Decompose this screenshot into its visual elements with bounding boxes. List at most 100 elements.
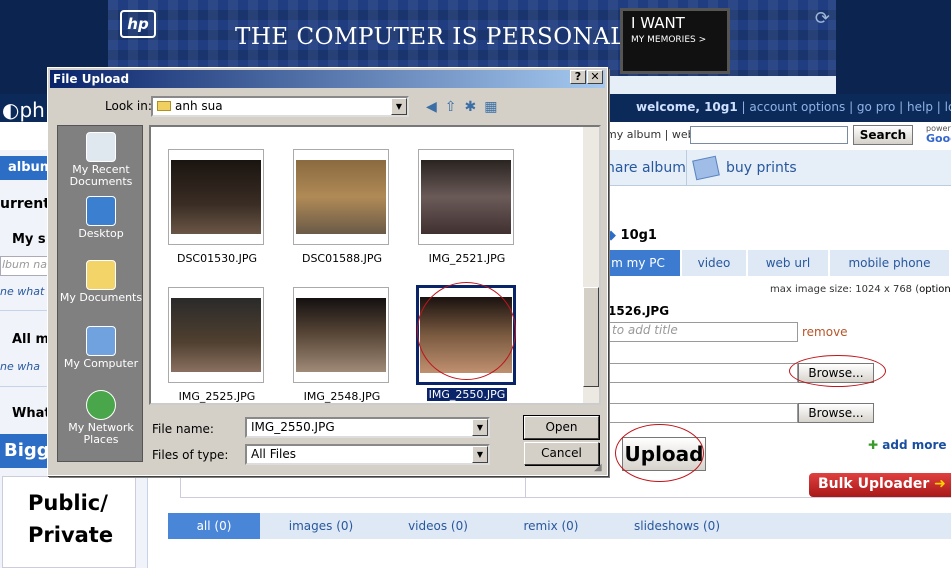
- place-network-places[interactable]: My Network Places: [58, 390, 144, 446]
- photo-preview: [296, 298, 386, 372]
- filter-tab-slideshows[interactable]: slideshows (0): [608, 513, 746, 539]
- search-button[interactable]: Search: [853, 125, 913, 145]
- help-button[interactable]: ?: [570, 70, 586, 84]
- photo-preview: [171, 298, 261, 372]
- filter-tab-videos[interactable]: videos (0): [382, 513, 494, 539]
- promo-line1: Public/: [28, 491, 108, 515]
- close-button[interactable]: ✕: [587, 70, 603, 84]
- back-icon[interactable]: ◀: [426, 99, 445, 115]
- filter-tab-images[interactable]: images (0): [262, 513, 380, 539]
- plus-icon: ✚: [868, 438, 879, 452]
- my-documents-icon: [86, 260, 116, 290]
- powered-by-google: powereGoog: [926, 124, 951, 145]
- tab-video[interactable]: video: [682, 250, 748, 276]
- file-thumbnail[interactable]: DSC01588.JPG: [293, 149, 389, 265]
- place-desktop[interactable]: Desktop: [58, 196, 144, 240]
- share-album-tab[interactable]: hare album: [606, 160, 686, 176]
- logout-link[interactable]: logo: [945, 100, 951, 114]
- photo-preview: [171, 160, 261, 234]
- file-path-input-1[interactable]: [608, 363, 798, 383]
- file-thumbnail[interactable]: IMG_2521.JPG: [418, 149, 514, 265]
- file-thumbnail[interactable]: DSC01530.JPG: [168, 149, 264, 265]
- account-nav: welcome, 10g1 | account options | go pro…: [636, 100, 951, 114]
- file-upload-dialog: File Upload ? ✕ Look in: anh sua ▼ ◀⇧✱▦ …: [47, 67, 608, 476]
- logo-text: ph: [19, 98, 45, 122]
- chevron-down-icon[interactable]: ▼: [472, 419, 488, 436]
- options-link[interactable]: options: [919, 284, 951, 295]
- refresh-icon[interactable]: ⟳: [815, 8, 830, 29]
- file-name-label: IMG_2548.JPG: [303, 390, 381, 403]
- dialog-toolbar: ◀⇧✱▦: [426, 99, 505, 115]
- hp-logo: hp: [120, 10, 156, 38]
- highlight-ellipse: [615, 424, 704, 482]
- file-path-input-2[interactable]: [608, 403, 798, 423]
- account-options-link[interactable]: account options: [749, 100, 845, 114]
- chevron-down-icon[interactable]: ▼: [472, 446, 488, 463]
- what-link-row: ne what: [0, 285, 45, 298]
- title-input[interactable]: to add title: [608, 322, 798, 342]
- upload-username: 10g1: [620, 228, 657, 243]
- logo-icon: ◐: [2, 98, 20, 122]
- file-thumbnail[interactable]: IMG_2525.JPG: [168, 287, 264, 403]
- file-type-select[interactable]: All Files ▼: [245, 444, 490, 465]
- album-tab[interactable]: album: [0, 156, 53, 180]
- cancel-button[interactable]: Cancel: [524, 442, 599, 465]
- place-my-documents[interactable]: My Documents: [58, 260, 144, 304]
- view-menu-icon[interactable]: ▦: [484, 99, 505, 115]
- browse-button-2[interactable]: Browse...: [798, 403, 874, 423]
- network-places-icon: [86, 390, 116, 420]
- max-size-note: max image size: 1024 x 768 (options): [770, 284, 951, 295]
- file-name-label: DSC01530.JPG: [176, 252, 258, 265]
- welcome-text: welcome, 10g1: [636, 100, 738, 114]
- file-thumbnail-selected[interactable]: IMG_2550.JPG: [416, 282, 516, 401]
- file-name-label: DSC01588.JPG: [301, 252, 383, 265]
- tab-web-url[interactable]: web url: [748, 250, 830, 276]
- file-name-label-text: File name:: [152, 422, 214, 436]
- tab-divider: [686, 150, 687, 186]
- ad-monitor: I WANT MY MEMORIES >: [620, 8, 730, 74]
- panel-box: [180, 476, 526, 498]
- search-input[interactable]: [690, 126, 848, 144]
- buy-prints-tab[interactable]: buy prints: [726, 160, 797, 176]
- place-my-computer[interactable]: My Computer: [58, 326, 144, 370]
- file-name-label: IMG_2525.JPG: [178, 390, 256, 403]
- tab-from-my-pc[interactable]: m my PC: [596, 250, 682, 276]
- places-bar: My Recent Documents Desktop My Documents…: [57, 125, 143, 462]
- dialog-title: File Upload: [53, 72, 130, 86]
- file-thumbnail[interactable]: IMG_2548.JPG: [293, 287, 389, 403]
- recent-documents-icon: [86, 132, 116, 162]
- resize-grip-icon[interactable]: ◢: [594, 462, 602, 473]
- look-in-label: Look in:: [105, 99, 152, 113]
- panel-box: [526, 476, 951, 498]
- site-logo[interactable]: ◐ph: [2, 98, 45, 122]
- remove-link[interactable]: remove: [802, 325, 848, 339]
- help-link[interactable]: help: [907, 100, 933, 114]
- chevron-down-icon[interactable]: ▼: [391, 98, 407, 115]
- photo-preview: [296, 160, 386, 234]
- promo-box[interactable]: Public/ Private: [2, 476, 136, 568]
- file-list-scrollbar[interactable]: [583, 127, 599, 403]
- photo-preview: [421, 160, 511, 234]
- ad-monitor-line2: MY MEMORIES >: [631, 35, 707, 45]
- up-folder-icon[interactable]: ⇧: [445, 99, 465, 115]
- scrollbar-thumb[interactable]: [583, 287, 599, 387]
- highlight-ellipse: [417, 282, 516, 380]
- search-scope[interactable]: my album | web: [606, 128, 695, 141]
- look-in-dropdown[interactable]: anh sua ▼: [151, 96, 409, 117]
- what-link-row-2[interactable]: ne wha: [0, 360, 40, 373]
- file-name-input[interactable]: IMG_2550.JPG ▼: [245, 417, 490, 438]
- new-folder-icon[interactable]: ✱: [465, 99, 485, 115]
- add-more-link[interactable]: ✚ add more: [868, 438, 947, 452]
- go-pro-link[interactable]: go pro: [857, 100, 895, 114]
- uploaded-filename: 1526.JPG: [608, 304, 670, 318]
- desktop-icon: [86, 196, 116, 226]
- filter-tab-all[interactable]: all (0): [168, 513, 260, 539]
- filter-tab-remix[interactable]: remix (0): [496, 513, 606, 539]
- dialog-titlebar[interactable]: File Upload: [50, 70, 605, 88]
- ad-monitor-line1: I WANT: [631, 14, 685, 32]
- file-list: DSC01530.JPG DSC01588.JPG IMG_2521.JPG I…: [149, 125, 601, 405]
- place-recent-documents[interactable]: My Recent Documents: [58, 132, 144, 188]
- tab-mobile-phone[interactable]: mobile phone: [830, 250, 951, 276]
- look-in-value: anh sua: [175, 99, 223, 113]
- open-button[interactable]: Open: [523, 415, 600, 440]
